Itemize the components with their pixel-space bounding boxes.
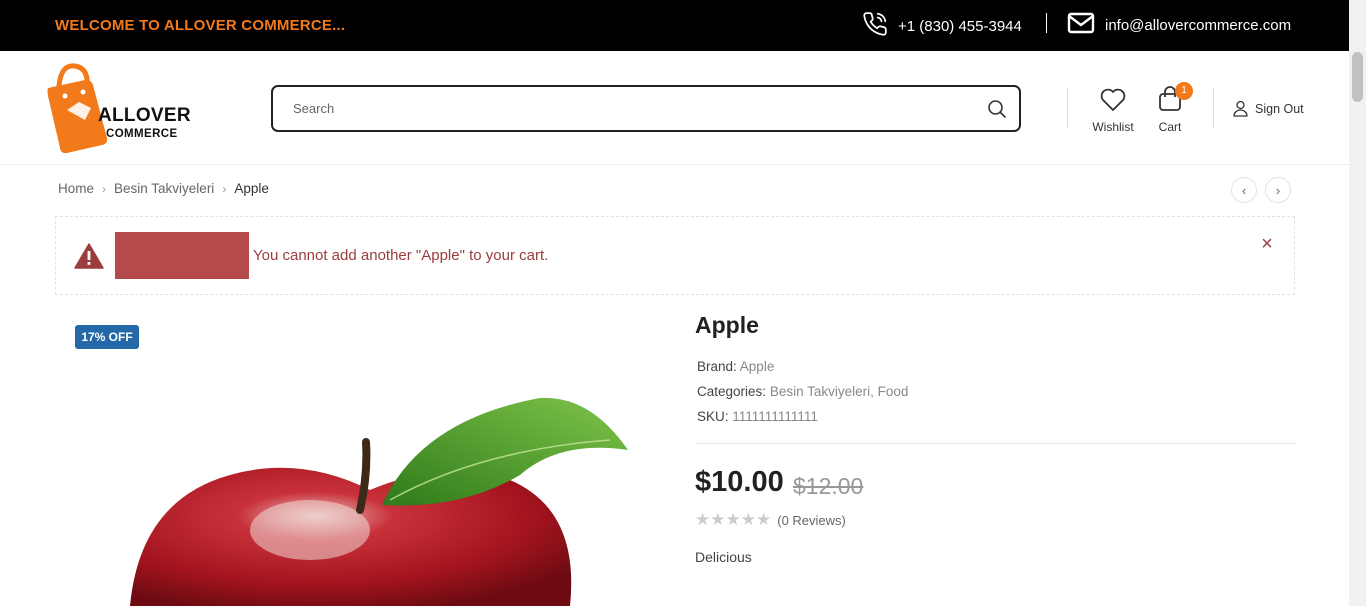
product-description: Delicious <box>695 549 752 565</box>
search-input[interactable] <box>273 87 975 130</box>
welcome-text: WELCOME TO ALLOVER COMMERCE... <box>55 17 346 34</box>
top-bar: WELCOME TO ALLOVER COMMERCE... +1 (830) … <box>0 0 1349 51</box>
current-price: $10.00 <box>695 466 784 498</box>
notice-message: You cannot add another "Apple" to your c… <box>253 247 549 264</box>
product-brand: Brand: Apple <box>697 359 774 374</box>
site-logo[interactable]: ALLOVER COMMERCE <box>45 58 195 158</box>
star-icon: ★ <box>740 510 756 529</box>
email-address[interactable]: info@allovercommerce.com <box>1105 17 1291 34</box>
logo-text-allover: ALLOVER <box>98 105 191 126</box>
user-icon <box>1233 100 1248 117</box>
categories-label: Categories: <box>697 384 767 399</box>
breadcrumb-home[interactable]: Home <box>58 181 94 196</box>
phone-number[interactable]: +1 (830) 455-3944 <box>898 18 1022 35</box>
search-icon <box>988 99 1006 118</box>
previous-product-button[interactable]: ‹ <box>1231 177 1257 203</box>
wishlist-link[interactable]: Wishlist <box>1090 87 1136 134</box>
chevron-left-icon: ‹ <box>1241 182 1247 198</box>
cart-label: Cart <box>1158 120 1182 134</box>
envelope-icon <box>1067 12 1095 39</box>
email-contact[interactable]: info@allovercommerce.com <box>1067 12 1291 39</box>
breadcrumb-current: Apple <box>234 181 269 196</box>
sign-out-label: Sign Out <box>1255 101 1304 116</box>
scrollbar-thumb[interactable] <box>1352 52 1363 102</box>
product-sku: SKU: 1111111111111 <box>697 409 818 424</box>
search-bar <box>271 85 1021 132</box>
sign-out-link[interactable]: Sign Out <box>1232 100 1304 117</box>
redacted-area <box>115 232 249 279</box>
reviews-link[interactable]: (0 Reviews) <box>777 513 846 528</box>
cart-link[interactable]: 1 Cart <box>1152 82 1193 134</box>
original-price: $12.00 <box>793 473 864 499</box>
topbar-divider <box>1046 13 1047 33</box>
brand-label: Brand: <box>697 359 737 374</box>
breadcrumb-category[interactable]: Besin Takviyeleri <box>114 181 214 196</box>
rating: ★ ★ ★ ★ ★ (0 Reviews) <box>695 510 846 530</box>
warning-icon <box>74 243 104 269</box>
close-icon[interactable]: × <box>1258 234 1276 254</box>
sku-value: 1111111111111 <box>732 409 818 424</box>
cart-count-badge: 1 <box>1175 82 1193 100</box>
error-notice: You cannot add another "Apple" to your c… <box>55 216 1295 295</box>
categories-links[interactable]: Besin Takviyeleri, Food <box>770 384 909 399</box>
brand-link[interactable]: Apple <box>740 359 775 374</box>
wishlist-label: Wishlist <box>1092 120 1134 134</box>
logo-text-commerce: COMMERCE <box>106 128 178 140</box>
product-image[interactable] <box>120 380 640 606</box>
star-icon: ★ <box>695 510 711 529</box>
search-button[interactable] <box>975 87 1019 130</box>
product-title: Apple <box>695 312 759 338</box>
chevron-right-icon: › <box>222 181 227 196</box>
next-product-button[interactable]: › <box>1265 177 1291 203</box>
star-icon: ★ <box>725 510 741 529</box>
header-divider <box>1213 88 1214 128</box>
chevron-right-icon: › <box>1275 182 1281 198</box>
header-divider <box>1067 88 1068 128</box>
phone-contact[interactable]: +1 (830) 455-3944 <box>862 11 1022 42</box>
sku-label: SKU: <box>697 409 729 424</box>
star-icon: ★ <box>710 510 726 529</box>
site-header: ALLOVER COMMERCE Wishlist 1 Cart <box>0 51 1349 165</box>
star-icon: ★ <box>756 510 772 529</box>
breadcrumb: Home › Besin Takviyeleri › Apple <box>58 181 269 196</box>
phone-icon <box>862 11 888 42</box>
chevron-right-icon: › <box>102 181 107 196</box>
discount-badge: 17% OFF <box>75 325 139 349</box>
heart-icon <box>1100 88 1126 111</box>
scrollbar[interactable] <box>1349 0 1366 606</box>
divider <box>695 443 1295 444</box>
product-categories: Categories: Besin Takviyeleri, Food <box>697 384 908 399</box>
